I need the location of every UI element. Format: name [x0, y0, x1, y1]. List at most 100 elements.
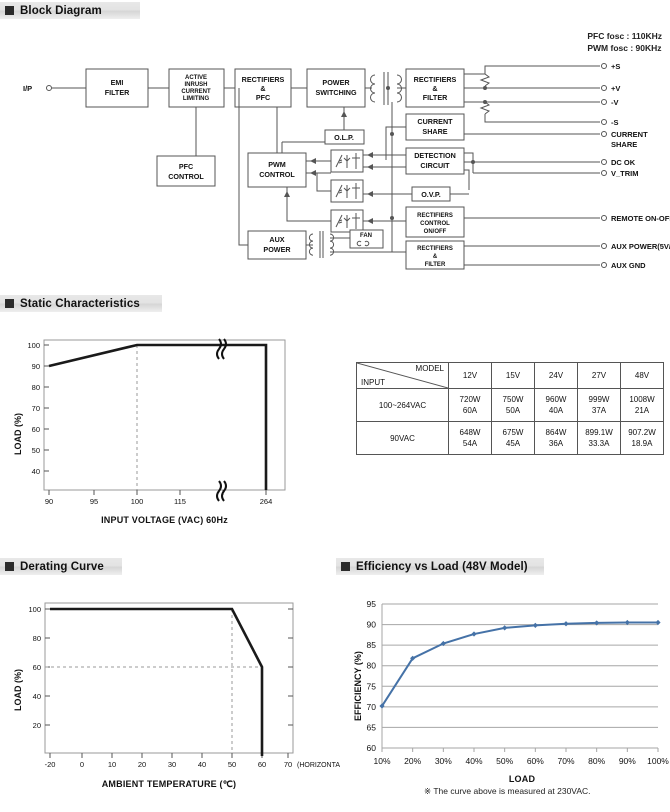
svg-text:50: 50 [32, 446, 40, 455]
cell-watts: 648W [459, 428, 481, 437]
svg-text:40: 40 [32, 467, 40, 476]
section-title-block-diagram: Block Diagram [20, 4, 102, 17]
svg-text:RECTIFIERS: RECTIFIERS [242, 75, 285, 84]
svg-text:FILTER: FILTER [423, 93, 448, 102]
cell-amps: 18.9A [631, 439, 653, 448]
table-col-12v: 12V [448, 362, 492, 389]
static-x-axis: 90 95 100 115 264 [45, 490, 272, 506]
block-diagram-svg: .bx { fill:#fff; stroke:#555; stroke-wid… [23, 62, 670, 270]
svg-text:95: 95 [90, 497, 98, 506]
efficiency-x-tick: 60% [527, 756, 544, 766]
table-header-row: MODEL INPUT 12V 15V 24V 27V 48V [356, 362, 664, 389]
cell-amps: 21A [634, 406, 650, 415]
svg-text:O.V.P.: O.V.P. [421, 190, 441, 199]
svg-text:100: 100 [131, 497, 144, 506]
efficiency-x-tick: 100% [647, 756, 669, 766]
optocoupler-icon-2 [330, 179, 364, 203]
terminal-aux-power: AUX POWER(5V/0.5A) [611, 242, 670, 251]
terminal-plus-v: +V [611, 84, 620, 93]
efficiency-data-point [471, 631, 477, 637]
svg-text:SWITCHING: SWITCHING [315, 88, 357, 97]
efficiency-x-tick: 20% [404, 756, 421, 766]
static-characteristics-chart: .sc-frame { fill:#fff; stroke:#9a9a9a; s… [0, 325, 340, 535]
svg-text:70: 70 [32, 404, 40, 413]
table-cell: 864W 36A [534, 421, 578, 455]
svg-text:INRUSH: INRUSH [184, 82, 207, 88]
cell-watts: 1008W [629, 395, 655, 404]
efficiency-data-points [379, 619, 661, 709]
cell-watts: 720W [459, 395, 481, 404]
efficiency-chart: .ef-grid { stroke:#a6a6a6; stroke-width:… [336, 588, 670, 803]
efficiency-data-point [563, 621, 569, 627]
efficiency-data-point [532, 622, 538, 628]
derating-orientation-note: (HORIZONTAL) [297, 762, 340, 769]
efficiency-x-tick: 40% [465, 756, 482, 766]
cell-amps: 60A [462, 406, 478, 415]
svg-text:FILTER: FILTER [425, 262, 446, 268]
efficiency-x-tick: 30% [435, 756, 452, 766]
table-row-label-wide-input: 100~264VAC [356, 388, 449, 422]
cell-watts: 899.1W [585, 428, 613, 437]
svg-text:100: 100 [27, 341, 40, 350]
table-row: 100~264VAC 720W 60A 750W 50A 960W 40A 99… [356, 388, 664, 422]
efficiency-series-line [381, 621, 658, 707]
cell-watts: 907.2W [628, 428, 656, 437]
svg-text:PFC: PFC [256, 93, 270, 102]
terminal-plus-s: +S [611, 62, 620, 71]
efficiency-y-tick: 75 [367, 681, 377, 691]
table-corner-input-label: INPUT [361, 378, 385, 387]
svg-text:&: & [432, 84, 437, 93]
svg-text:CIRCUIT: CIRCUIT [420, 161, 450, 170]
terminal-aux-gnd: AUX GND [611, 261, 646, 270]
section-bullet-icon [5, 562, 14, 571]
section-header-static-characteristics: Static Characteristics [0, 295, 162, 312]
section-bullet-icon [341, 562, 350, 571]
svg-text:POWER: POWER [322, 78, 350, 87]
svg-text:10: 10 [108, 760, 116, 769]
svg-text:CONTROL: CONTROL [259, 170, 295, 179]
svg-text:EMI: EMI [111, 78, 124, 87]
svg-text:SHARE: SHARE [422, 127, 447, 136]
section-title-static-characteristics: Static Characteristics [20, 297, 140, 310]
cell-watts: 999W [588, 395, 610, 404]
svg-text:PFC: PFC [179, 162, 193, 171]
efficiency-y-tick: 85 [367, 640, 377, 650]
datasheet-page: Block Diagram PFC fosc : 110KHz PWM fosc… [0, 0, 670, 812]
cell-amps: 36A [548, 439, 564, 448]
efficiency-x-tick: 50% [496, 756, 513, 766]
svg-text:-20: -20 [45, 760, 56, 769]
table-cell: 648W 54A [448, 421, 492, 455]
efficiency-x-labels: 10% 20% 30% 40% 50% 60% 70% 80% 90% 100% [373, 756, 669, 766]
table-col-48v: 48V [620, 362, 664, 389]
efficiency-y-tick: 60 [367, 743, 377, 753]
svg-text:CONTROL: CONTROL [168, 172, 204, 181]
cell-amps: 37A [591, 406, 607, 415]
derating-x-axis: -20 0 10 20 30 40 50 60 70 [45, 753, 292, 769]
cell-amps: 40A [548, 406, 564, 415]
efficiency-x-tick: 80% [588, 756, 605, 766]
input-label: I/P [23, 84, 32, 93]
svg-text:CONTROL: CONTROL [420, 221, 450, 227]
derating-y-axis-title: LOAD (%) [13, 669, 23, 711]
svg-text:90: 90 [32, 362, 40, 371]
table-cell: 899.1W 33.3A [577, 421, 621, 455]
static-y-axis-title: LOAD (%) [13, 413, 23, 455]
table-col-24v: 24V [534, 362, 578, 389]
block-pfc-control [156, 155, 216, 187]
svg-text:DETECTION: DETECTION [414, 151, 456, 160]
efficiency-y-tick: 95 [367, 599, 377, 609]
efficiency-y-tick: 65 [367, 722, 377, 732]
table-cell: 675W 45A [491, 421, 535, 455]
derating-curve-chart: .dc-frame { fill:#fff; stroke:#9a9a9a; s… [0, 588, 346, 803]
terminal-dc-ok: DC OK [611, 158, 636, 167]
terminal-current-share-1: CURRENT [611, 130, 648, 139]
section-title-efficiency: Efficiency vs Load (48V Model) [356, 560, 528, 573]
svg-text:CURRENT: CURRENT [181, 89, 211, 95]
svg-text:115: 115 [174, 497, 186, 506]
section-bullet-icon [5, 299, 14, 308]
svg-text:90: 90 [45, 497, 53, 506]
static-x-axis-title: INPUT VOLTAGE (VAC) 60Hz [101, 515, 228, 525]
efficiency-data-point [502, 625, 508, 631]
optocoupler-icon-3 [330, 209, 364, 233]
section-header-block-diagram: Block Diagram [0, 2, 140, 19]
